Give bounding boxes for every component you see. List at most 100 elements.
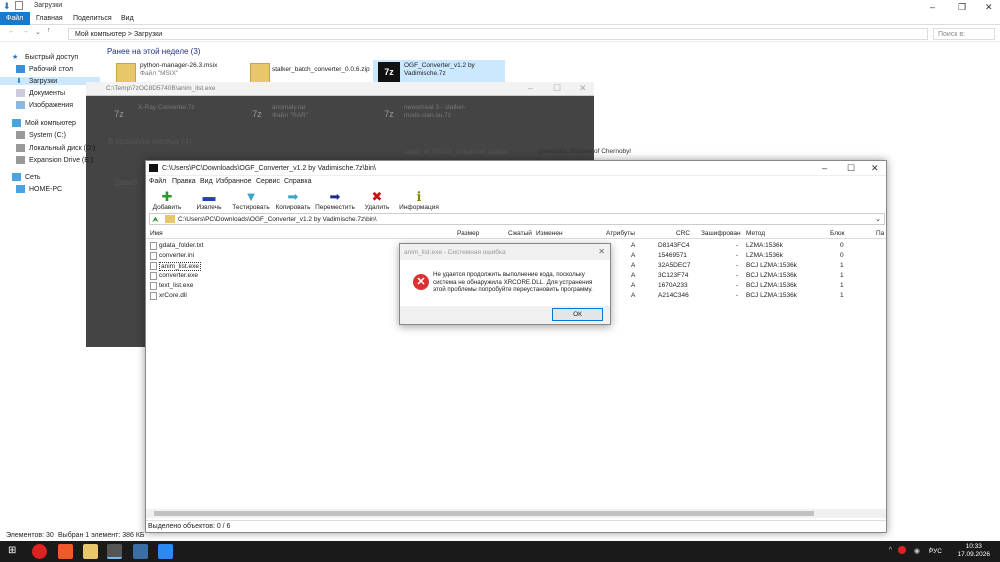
tray-chevron-icon[interactable]: ^ [889, 547, 892, 554]
address-box[interactable]: Мой компьютер > Загрузки [68, 28, 928, 40]
col-modified[interactable]: Изменен [536, 230, 563, 237]
col-crc[interactable]: CRC [676, 230, 690, 237]
brave-browser-icon[interactable] [58, 544, 73, 559]
minimize-icon[interactable]: – [822, 163, 827, 173]
forward-icon[interactable]: → [22, 28, 29, 35]
yandex-browser-icon[interactable] [32, 544, 47, 559]
app-taskbar-icon[interactable] [133, 544, 148, 559]
menu-edit[interactable]: Правка [172, 178, 196, 185]
tab-view[interactable]: Вид [121, 15, 134, 22]
item-count: Элементов: 30 [6, 532, 54, 539]
file-explorer-icon[interactable] [83, 544, 98, 559]
toolbar-label: Переместить [315, 204, 355, 211]
test-button[interactable]: ▼ Тестировать [230, 189, 272, 211]
col-encrypted[interactable]: Зашифрован [701, 230, 741, 237]
nav-downloads[interactable]: ⬇ Загрузки [0, 77, 100, 85]
7z-icon: 7z [108, 104, 130, 124]
col-block[interactable]: Блок [830, 230, 845, 237]
file-item[interactable]: stalker_batch_converter_0.0.6.zip [272, 66, 372, 74]
time: 10:33 [965, 543, 982, 550]
nav-network[interactable]: Сеть [12, 173, 41, 181]
encrypted-cell: - [736, 242, 739, 249]
maximize-icon[interactable]: ☐ [847, 163, 855, 174]
menu-help[interactable]: Справка [284, 178, 311, 185]
path-bar[interactable]: ⮝ C:\Users\PC\Downloads\OGF_Converter_v1… [149, 213, 885, 225]
file-item[interactable]: python-manager-26.3.msix Файл "MSIX" [140, 62, 240, 78]
tray-app-icon[interactable] [898, 546, 906, 554]
file-name: anomaly.rar [272, 104, 306, 111]
nav-quick-access[interactable]: ★ Быстрый доступ [12, 53, 78, 61]
nav-expansion-drive[interactable]: Expansion Drive (E:) [16, 156, 93, 164]
nav-system-drive[interactable]: System (C:) [16, 131, 66, 139]
scrollbar-thumb[interactable] [154, 511, 814, 516]
block-cell: 1 [840, 272, 844, 279]
close-icon[interactable]: ✕ [871, 163, 879, 174]
breadcrumb-downloads[interactable]: Загрузки [134, 31, 162, 38]
nav-desktop[interactable]: Рабочий стол [16, 65, 73, 73]
copy-button[interactable]: ➡ Копировать [272, 189, 314, 211]
clock[interactable]: 10:33 17.09.2026 [957, 543, 990, 559]
col-method[interactable]: Метод [746, 230, 765, 237]
desktop-icon [16, 65, 25, 73]
explorer-title: Загрузки [34, 2, 63, 9]
minimize-icon[interactable]: – [528, 83, 533, 93]
language-indicator[interactable]: РУС [929, 548, 942, 555]
error-dialog: anim_list.exe - Системная ошибка ✕ ✕ Не … [399, 243, 611, 325]
col-name[interactable]: Имя [150, 230, 163, 237]
horizontal-scrollbar[interactable] [146, 509, 886, 518]
delete-button[interactable]: ✖ Удалить [356, 189, 398, 211]
col-packed[interactable]: Сжатый [508, 230, 532, 237]
error-icon: ✕ [413, 274, 429, 290]
method-cell: BCJ LZMA:1536k [746, 262, 797, 269]
col-attributes[interactable]: Атрибуты [606, 230, 635, 237]
nav-local-drive[interactable]: Локальный диск (D:) [16, 144, 95, 152]
menu-favorites[interactable]: Избранное [216, 178, 251, 185]
breadcrumb-computer[interactable]: Мой компьютер [75, 31, 126, 38]
nav-computer[interactable]: Мой компьютер [12, 119, 76, 127]
app-taskbar-icon[interactable] [158, 544, 173, 559]
block-cell: 0 [840, 252, 844, 259]
up-icon[interactable]: ↑ [47, 27, 51, 34]
nav-documents[interactable]: Документы [16, 89, 65, 97]
properties-icon[interactable] [15, 1, 23, 10]
error-message: Не удается продолжить выполнение кода, п… [433, 271, 593, 293]
back-icon[interactable]: ← [8, 28, 15, 35]
ok-button[interactable]: ОК [552, 308, 603, 321]
extract-button[interactable]: ▬ Извлечь [188, 189, 230, 211]
search-input[interactable]: Поиск в: [933, 28, 995, 40]
windows-start-icon[interactable]: ⊞ [8, 545, 16, 556]
7zip-taskbar-icon[interactable] [107, 544, 122, 559]
network-icon[interactable]: ◉ [914, 547, 920, 555]
file-tab[interactable]: Файл [0, 12, 30, 25]
maximize-icon[interactable]: ☐ [553, 83, 561, 94]
menu-view[interactable]: Вид [200, 178, 213, 185]
group-this-week[interactable]: Ранее на этой неделе (3) [107, 47, 200, 56]
nav-home-pc[interactable]: HOME-PC [16, 185, 62, 193]
menu-bar: Файл Правка Вид Избранное Сервис Справка [146, 177, 886, 188]
chevron-down-icon[interactable]: ⌄ [875, 215, 881, 223]
close-icon[interactable]: ✕ [579, 83, 587, 94]
file-name: OGF_Converter_v1.2 by Vadimische.7z [404, 62, 475, 77]
col-path[interactable]: Па [876, 230, 884, 237]
crc-cell: A214C346 [658, 292, 689, 299]
tab-share[interactable]: Поделиться [73, 15, 112, 22]
tab-home[interactable]: Главная [36, 15, 63, 22]
crc-cell: D8143FC4 [658, 242, 690, 249]
nav-images[interactable]: Изображения [16, 101, 73, 109]
computer-icon [16, 185, 25, 193]
minimize-icon[interactable]: – [930, 2, 935, 12]
up-folder-icon[interactable]: ⮝ [152, 215, 159, 225]
crc-cell: 3C123F74 [658, 272, 689, 279]
col-size[interactable]: Размер [457, 230, 479, 237]
chevron-down-icon[interactable]: ⌄ [35, 28, 41, 36]
group-earlier: Давно [114, 178, 137, 187]
move-button[interactable]: ➡ Переместить [314, 189, 356, 211]
close-icon[interactable]: ✕ [598, 247, 605, 256]
encrypted-cell: - [736, 282, 739, 289]
date: 17.09.2026 [957, 551, 990, 558]
toolbar-label: Добавить [152, 204, 182, 211]
menu-tools[interactable]: Сервис [256, 178, 280, 185]
info-button[interactable]: ℹ Информация [398, 189, 440, 211]
menu-file[interactable]: Файл [149, 178, 166, 185]
add-button[interactable]: ✚ Добавить [146, 189, 188, 211]
